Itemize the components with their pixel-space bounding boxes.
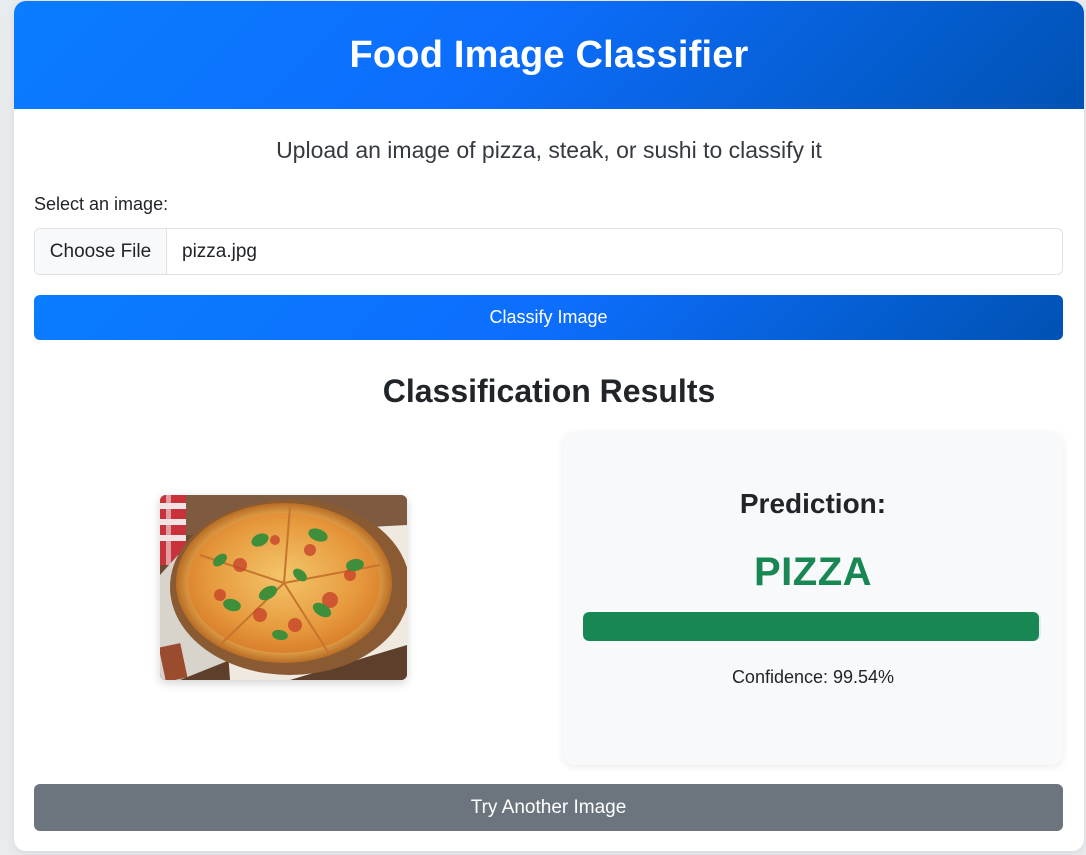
confidence-text: Confidence: 99.54% [731, 667, 895, 687]
confidence-progress-fill [583, 612, 1039, 641]
results-heading: Classification Results [382, 373, 716, 409]
classify-image-button[interactable]: Classify Image [34, 295, 1063, 340]
header-banner: Food Image Classifier [14, 1, 1084, 109]
pizza-photo-icon [160, 495, 407, 680]
page-title: Food Image Classifier [349, 33, 749, 76]
uploaded-image-preview [160, 495, 407, 680]
selected-file-name: pizza.jpg [182, 240, 257, 262]
try-another-image-button[interactable]: Try Another Image [34, 784, 1063, 831]
image-select-label: Select an image: [34, 194, 169, 214]
page-subtitle: Upload an image of pizza, steak, or sush… [276, 137, 822, 163]
prediction-value: PIZZA [753, 550, 873, 594]
prediction-card: Prediction: PIZZA Confidence: 99.54% [563, 432, 1063, 765]
classifier-card: Food Image Classifier Upload an image of… [14, 1, 1084, 851]
choose-file-button[interactable]: Choose File [35, 229, 167, 274]
confidence-progress-bar [583, 612, 1041, 641]
prediction-label: Prediction: [739, 488, 887, 519]
file-input[interactable]: Choose File pizza.jpg [34, 228, 1063, 275]
